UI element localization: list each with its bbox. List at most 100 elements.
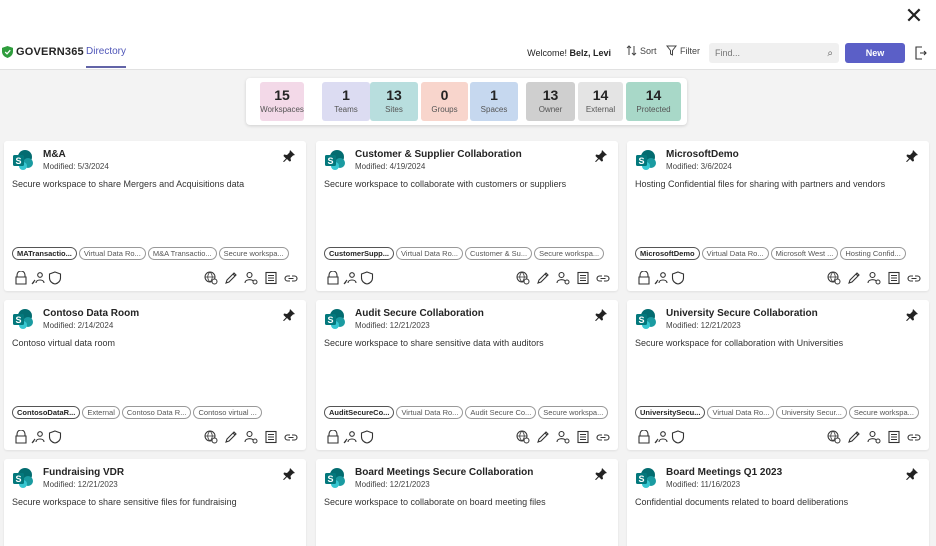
person-settings-icon[interactable] (244, 430, 258, 444)
tag[interactable]: External (82, 406, 120, 419)
link-icon[interactable] (284, 430, 298, 444)
web-settings-icon[interactable] (516, 430, 530, 444)
link-icon[interactable] (907, 430, 921, 444)
edit-icon[interactable] (847, 430, 861, 444)
shield-icon[interactable] (48, 271, 62, 285)
pin-icon[interactable] (594, 149, 608, 163)
card-title[interactable]: Fundraising VDR (43, 467, 124, 478)
shield-icon[interactable] (360, 271, 374, 285)
stat-owner[interactable]: 13 Owner (526, 82, 575, 121)
tag[interactable]: Secure workspa... (534, 247, 605, 260)
lock-icon[interactable] (14, 270, 28, 285)
tag[interactable]: MATransactio... (12, 247, 77, 260)
link-icon[interactable] (596, 430, 610, 444)
stat-sites[interactable]: 13 Sites (370, 82, 418, 121)
tag[interactable]: AuditSecureCo... (324, 406, 395, 419)
people-key-icon[interactable] (654, 271, 668, 285)
person-settings-icon[interactable] (556, 271, 570, 285)
link-icon[interactable] (284, 271, 298, 285)
edit-icon[interactable] (536, 430, 550, 444)
person-settings-icon[interactable] (244, 271, 258, 285)
card-title[interactable]: Board Meetings Q1 2023 (666, 467, 782, 478)
card-title[interactable]: M&A (43, 149, 66, 160)
tag[interactable]: MicrosoftDemo (635, 247, 700, 260)
card-title[interactable]: Contoso Data Room (43, 308, 139, 319)
tag[interactable]: Customer & Su... (465, 247, 533, 260)
pin-icon[interactable] (282, 308, 296, 322)
person-settings-icon[interactable] (867, 271, 881, 285)
search-icon[interactable]: ⌕ (827, 48, 833, 59)
card-title[interactable]: Audit Secure Collaboration (355, 308, 484, 319)
tag[interactable]: Audit Secure Co... (465, 406, 537, 419)
tag[interactable]: Secure workspa... (538, 406, 609, 419)
tag[interactable]: University Secur... (776, 406, 847, 419)
workspace-card[interactable]: S Contoso Data Room Modified: 2/14/2024 Con… (4, 300, 306, 450)
web-settings-icon[interactable] (204, 271, 218, 285)
lock-icon[interactable] (326, 270, 340, 285)
tag[interactable]: UniversitySecu... (635, 406, 706, 419)
web-settings-icon[interactable] (204, 430, 218, 444)
tag[interactable]: ContosoDataR... (12, 406, 81, 419)
pin-icon[interactable] (905, 467, 919, 481)
tag[interactable]: Contoso Data R... (121, 406, 192, 419)
link-icon[interactable] (907, 271, 921, 285)
people-key-icon[interactable] (31, 430, 45, 444)
person-settings-icon[interactable] (867, 430, 881, 444)
stat-groups[interactable]: 0 Groups (421, 82, 468, 121)
tag[interactable]: Secure workspa... (848, 406, 919, 419)
tag[interactable]: CustomerSupp... (324, 247, 395, 260)
workspace-card[interactable]: S Audit Secure Collaboration Modified: 12/… (316, 300, 618, 450)
pin-icon[interactable] (594, 308, 608, 322)
sign-out-icon[interactable] (915, 46, 927, 60)
link-icon[interactable] (596, 271, 610, 285)
card-title[interactable]: MicrosoftDemo (666, 149, 739, 160)
web-settings-icon[interactable] (516, 271, 530, 285)
details-icon[interactable] (887, 271, 901, 285)
tag[interactable]: Hosting Confid... (840, 247, 906, 260)
tab-directory[interactable]: Directory (86, 46, 127, 68)
details-icon[interactable] (576, 271, 590, 285)
card-title[interactable]: Customer & Supplier Collaboration (355, 149, 522, 160)
edit-icon[interactable] (847, 271, 861, 285)
stat-teams[interactable]: 1 Teams (322, 82, 370, 121)
edit-icon[interactable] (536, 271, 550, 285)
shield-icon[interactable] (360, 430, 374, 444)
tag[interactable]: Virtual Data Ro... (707, 406, 775, 419)
close-icon[interactable]: ✕ (904, 5, 924, 27)
details-icon[interactable] (264, 271, 278, 285)
tag[interactable]: Contoso virtual ... (193, 406, 262, 419)
lock-icon[interactable] (637, 270, 651, 285)
tag[interactable]: Secure workspa... (218, 247, 289, 260)
pin-icon[interactable] (905, 308, 919, 322)
tag[interactable]: Virtual Data Ro... (78, 247, 146, 260)
stat-external[interactable]: 14 External (578, 82, 623, 121)
search-input[interactable] (715, 48, 828, 58)
tag[interactable]: M&A Transactio... (147, 247, 217, 260)
web-settings-icon[interactable] (827, 271, 841, 285)
stat-protected[interactable]: 14 Protected (626, 82, 681, 121)
edit-icon[interactable] (224, 271, 238, 285)
pin-icon[interactable] (594, 467, 608, 481)
stat-workspaces[interactable]: 15 Workspaces (260, 82, 304, 121)
workspace-card[interactable]: S Fundraising VDR Modified: 12/21/2023 Secu… (4, 459, 306, 546)
web-settings-icon[interactable] (827, 430, 841, 444)
new-button[interactable]: New (845, 43, 905, 63)
pin-icon[interactable] (905, 149, 919, 163)
lock-icon[interactable] (637, 429, 651, 444)
pin-icon[interactable] (282, 149, 296, 163)
workspace-card[interactable]: S Board Meetings Secure Collaboration Modi… (316, 459, 618, 546)
card-title[interactable]: Board Meetings Secure Collaboration (355, 467, 533, 478)
tag[interactable]: Microsoft West ... (770, 247, 839, 260)
lock-icon[interactable] (14, 429, 28, 444)
tag[interactable]: Virtual Data Ro... (396, 247, 463, 260)
shield-icon[interactable] (48, 430, 62, 444)
person-settings-icon[interactable] (556, 430, 570, 444)
edit-icon[interactable] (224, 430, 238, 444)
workspace-card[interactable]: S Board Meetings Q1 2023 Modified: 11/16/2… (627, 459, 929, 546)
shield-icon[interactable] (671, 430, 685, 444)
tag[interactable]: Virtual Data Ro... (396, 406, 464, 419)
sort-button[interactable]: Sort (626, 45, 657, 56)
workspace-card[interactable]: S University Secure Collaboration Modified… (627, 300, 929, 450)
card-title[interactable]: University Secure Collaboration (666, 308, 818, 319)
people-key-icon[interactable] (31, 271, 45, 285)
